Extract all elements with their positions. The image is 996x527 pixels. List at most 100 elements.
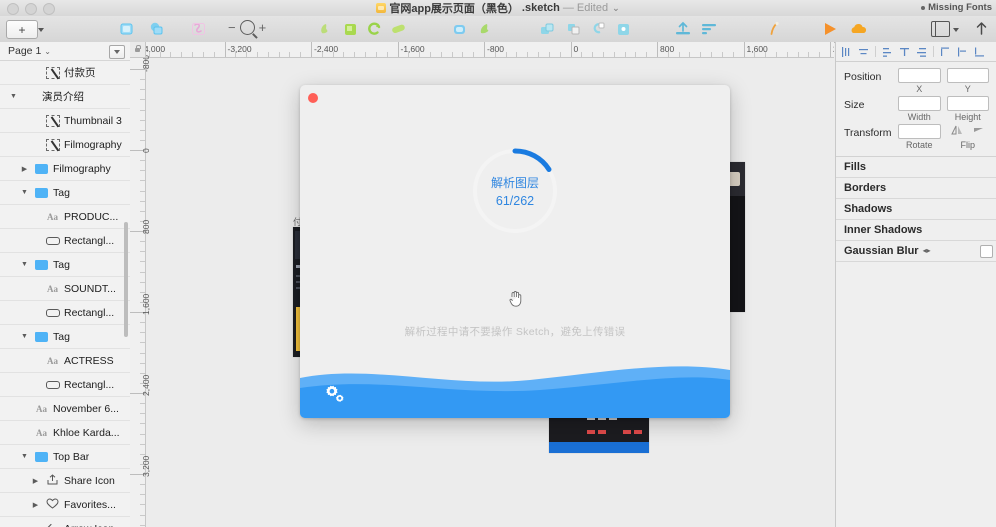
align-left-icon[interactable]: [839, 45, 854, 59]
component-button[interactable]: [190, 21, 207, 37]
flip-label: Flip: [960, 140, 975, 150]
union-button[interactable]: [317, 21, 334, 37]
layer-row[interactable]: Rectangl...: [0, 301, 130, 325]
layer-name: Tag: [53, 330, 70, 343]
page-options-button[interactable]: [109, 45, 125, 59]
align-top-icon[interactable]: [897, 45, 912, 59]
distribute-horizontal-icon[interactable]: [938, 45, 953, 59]
disclosure-triangle[interactable]: ▼: [19, 453, 30, 460]
close-icon[interactable]: [308, 93, 318, 103]
layer-list[interactable]: 付款页 ▼ 演员介绍 Thumbnail 3 Filmography ▶ Filmograp…: [0, 61, 130, 527]
height-input[interactable]: [946, 96, 989, 111]
view-layout-button[interactable]: [931, 21, 950, 37]
intersect-button[interactable]: [366, 21, 383, 37]
preview-button[interactable]: [821, 21, 839, 37]
stepper-icon[interactable]: ◂▸: [923, 247, 931, 255]
align-bottom-icon[interactable]: [914, 45, 929, 59]
layer-name: Thumbnail 3: [64, 114, 122, 127]
distribute-button[interactable]: [673, 21, 693, 37]
disclosure-triangle[interactable]: ▼: [19, 189, 30, 196]
position-y-input[interactable]: [946, 68, 989, 83]
layer-row[interactable]: Rectangl...: [0, 229, 130, 253]
difference-button[interactable]: [390, 21, 407, 37]
layer-row[interactable]: ▼ 演员介绍: [0, 85, 130, 109]
layer-row[interactable]: Aa November 6...: [0, 397, 130, 421]
distribute-vertical-icon[interactable]: [955, 45, 970, 59]
canvas-viewport[interactable]: 付款: [145, 57, 834, 527]
flatten-button[interactable]: [565, 21, 582, 37]
style-section[interactable]: Borders: [836, 178, 996, 199]
align-button[interactable]: [699, 21, 719, 37]
layer-row[interactable]: ▼ Top Bar: [0, 445, 130, 469]
layer-row[interactable]: Aa SOUNDT...: [0, 277, 130, 301]
insert-button[interactable]: +: [6, 20, 38, 39]
magnifier-icon[interactable]: [239, 20, 255, 35]
layer-row[interactable]: ▶ Share Icon: [0, 469, 130, 493]
view-caret-icon[interactable]: [953, 28, 959, 32]
ruler-tick: 2,400: [830, 42, 834, 57]
layer-row[interactable]: Aa PRODUC...: [0, 205, 130, 229]
layer-row[interactable]: ▶ Filmography: [0, 157, 130, 181]
layer-row[interactable]: Rectangl...: [0, 373, 130, 397]
page-selector[interactable]: Page 1 ⌄: [0, 42, 130, 61]
layers-sidebar[interactable]: Page 1 ⌄ 付款页 ▼ 演员介绍 Thumbnail 3 Filmography ▶…: [0, 42, 131, 527]
layer-row[interactable]: 付款页: [0, 61, 130, 85]
position-x-input[interactable]: [898, 68, 941, 83]
vector-button[interactable]: [766, 21, 783, 37]
rotate-copies-button[interactable]: [477, 21, 494, 37]
horizontal-ruler: -4,000-3,200-2,400-1,600-80008001,6002,4…: [130, 42, 834, 58]
style-section[interactable]: Inner Shadows: [836, 220, 996, 241]
layer-row[interactable]: ▼ Tag: [0, 253, 130, 277]
subtract-button[interactable]: [342, 21, 359, 37]
layer-row[interactable]: Aa Khloe Karda...: [0, 421, 130, 445]
distribute-spacing-icon[interactable]: [972, 45, 987, 59]
rotate-input[interactable]: [898, 124, 941, 139]
style-section[interactable]: Shadows: [836, 199, 996, 220]
layer-row[interactable]: ▶ Favorites...: [0, 493, 130, 517]
flip-horizontal-icon[interactable]: [950, 125, 963, 139]
text-icon: Aa: [36, 403, 47, 414]
layer-row[interactable]: ▼ Tag: [0, 181, 130, 205]
ruler-lock-icon[interactable]: [130, 42, 146, 58]
disclosure-triangle[interactable]: ▼: [19, 333, 30, 340]
zoom-in-button[interactable]: +: [259, 20, 267, 35]
chevron-down-icon[interactable]: ⌄: [612, 3, 620, 14]
edit-button[interactable]: [590, 21, 607, 37]
align-right-icon[interactable]: [880, 45, 895, 59]
section-header[interactable]: Fills: [836, 157, 996, 178]
layer-row[interactable]: Aa ACTRESS: [0, 349, 130, 373]
cloud-button[interactable]: [849, 21, 868, 37]
scale-button[interactable]: [539, 21, 556, 37]
section-checkbox[interactable]: [980, 245, 993, 258]
section-header[interactable]: Gaussian Blur ◂▸: [836, 241, 996, 262]
group-button[interactable]: [118, 21, 135, 37]
layer-row[interactable]: Thumbnail 3: [0, 109, 130, 133]
section-header[interactable]: Borders: [836, 178, 996, 199]
align-center-icon[interactable]: [856, 45, 871, 59]
insert-caret-icon[interactable]: [38, 28, 44, 32]
share-button[interactable]: [973, 20, 990, 36]
layer-row[interactable]: Filmography: [0, 133, 130, 157]
flip-vertical-icon[interactable]: [973, 125, 985, 139]
transform-button[interactable]: [615, 21, 632, 37]
disclosure-triangle[interactable]: ▶: [19, 165, 30, 173]
mask-button[interactable]: [451, 21, 468, 37]
layer-row[interactable]: Arrow Icon: [0, 517, 130, 527]
sidebar-scrollbar[interactable]: [124, 222, 128, 337]
disclosure-triangle[interactable]: ▼: [8, 93, 19, 100]
disclosure-triangle[interactable]: ▶: [30, 477, 41, 485]
style-section[interactable]: Fills: [836, 157, 996, 178]
slice-icon: [45, 66, 60, 79]
inspector-panel[interactable]: Position X Y Size Width Height Transform…: [835, 42, 996, 527]
disclosure-triangle[interactable]: ▶: [30, 501, 41, 509]
section-header[interactable]: Shadows: [836, 199, 996, 220]
width-input[interactable]: [898, 96, 941, 111]
canvas[interactable]: -4,000-3,200-2,400-1,600-80008001,6002,4…: [130, 42, 834, 527]
disclosure-triangle[interactable]: ▼: [19, 261, 30, 268]
style-section[interactable]: Gaussian Blur ◂▸: [836, 241, 996, 262]
section-header[interactable]: Inner Shadows: [836, 220, 996, 241]
zoom-out-button[interactable]: −: [228, 20, 236, 35]
ungroup-button[interactable]: [148, 21, 165, 37]
missing-fonts-badge[interactable]: Missing Fonts: [921, 2, 992, 13]
layer-row[interactable]: ▼ Tag: [0, 325, 130, 349]
